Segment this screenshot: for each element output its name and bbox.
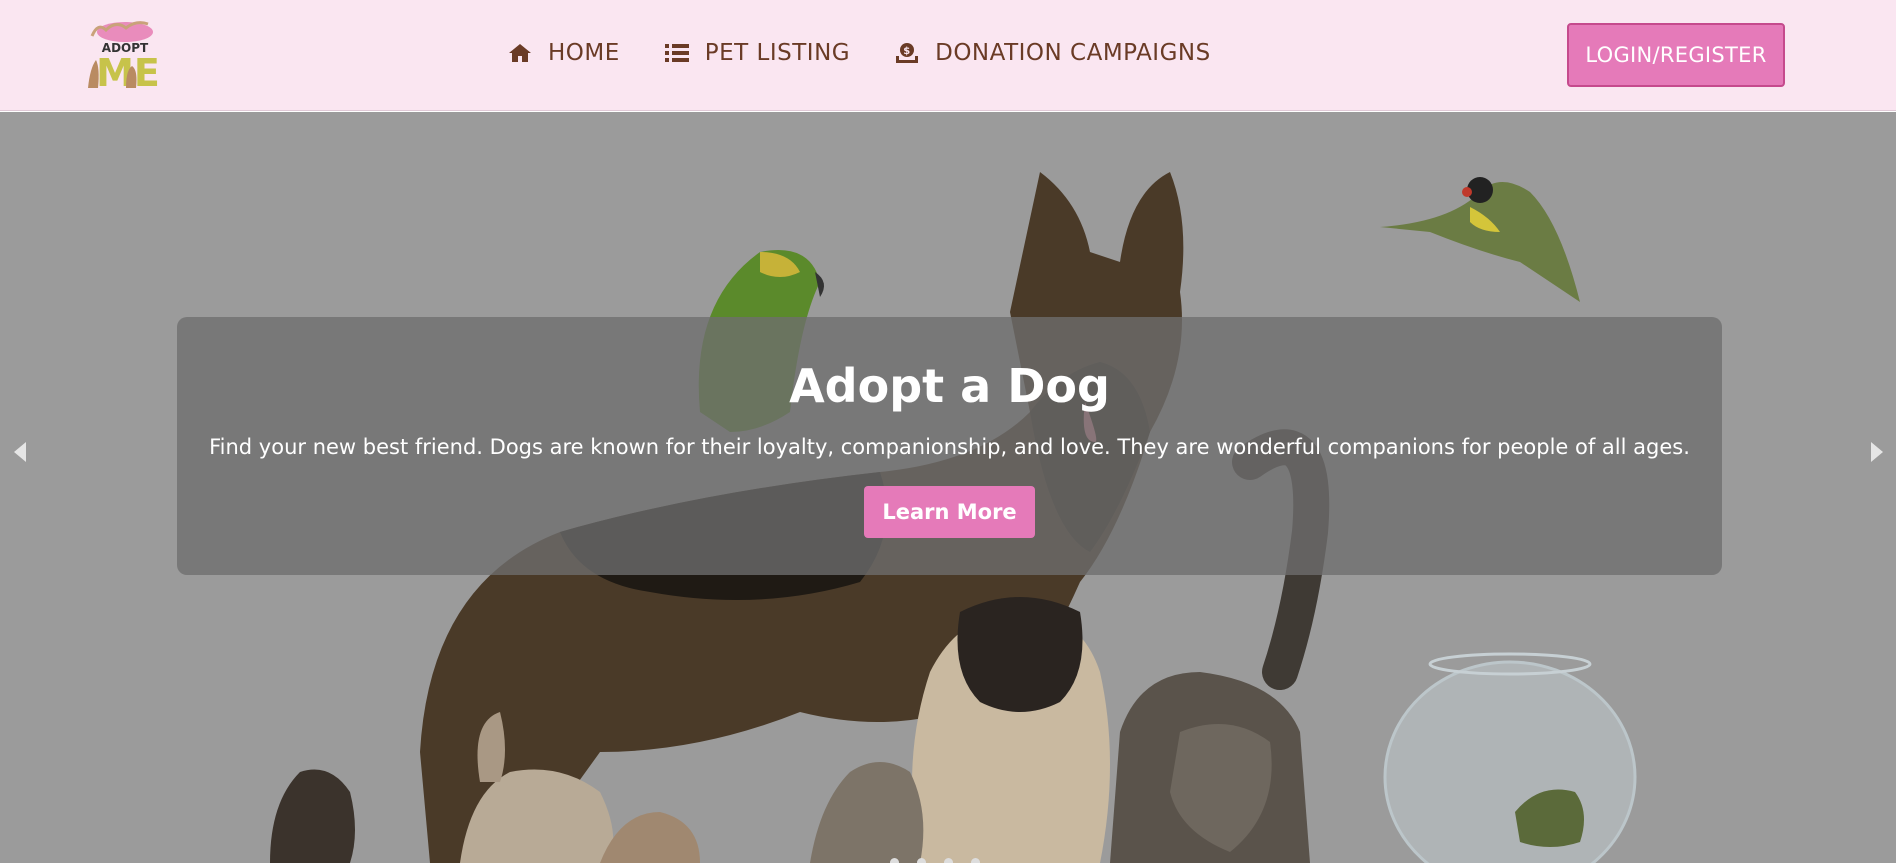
carousel-next-button[interactable] (1863, 432, 1891, 472)
carousel-indicator[interactable] (944, 858, 953, 863)
nav-pet-listing-label: PET LISTING (704, 40, 851, 66)
nav-pet-listing[interactable]: PET LISTING (664, 40, 851, 66)
carousel-indicator[interactable] (890, 858, 899, 863)
carousel-indicator[interactable] (917, 858, 926, 863)
adopt-me-logo[interactable]: ADOPT ME (82, 14, 168, 96)
carousel-caption: Adopt a Dog Find your new best friend. D… (177, 317, 1722, 575)
home-icon (509, 44, 531, 62)
carousel-indicators (890, 858, 980, 863)
nav-home[interactable]: HOME (508, 40, 620, 66)
main-nav: HOME PET LISTING $ DONATION CAMPAIGNS (508, 40, 1211, 66)
nav-donation-campaigns-label: DONATION CAMPAIGNS (935, 40, 1211, 66)
hero-carousel: Adopt a Dog Find your new best friend. D… (0, 112, 1896, 863)
nav-donation-campaigns[interactable]: $ DONATION CAMPAIGNS (895, 40, 1211, 66)
donation-icon: $ (896, 43, 919, 63)
login-register-button[interactable]: LOGIN/REGISTER (1567, 23, 1785, 87)
learn-more-button[interactable]: Learn More (864, 486, 1035, 538)
svg-text:$: $ (903, 46, 910, 57)
slide-description: Find your new best friend. Dogs are know… (209, 435, 1690, 459)
list-icon (664, 44, 689, 62)
slide-title: Adopt a Dog (789, 359, 1110, 413)
chevron-right-icon (1871, 442, 1883, 462)
nav-home-label: HOME (548, 40, 620, 66)
carousel-prev-button[interactable] (6, 432, 34, 472)
chevron-left-icon (14, 442, 26, 462)
navbar: ADOPT ME HOME PET LISTING $ DONATION CAM… (0, 0, 1896, 111)
carousel-indicator[interactable] (971, 858, 980, 863)
